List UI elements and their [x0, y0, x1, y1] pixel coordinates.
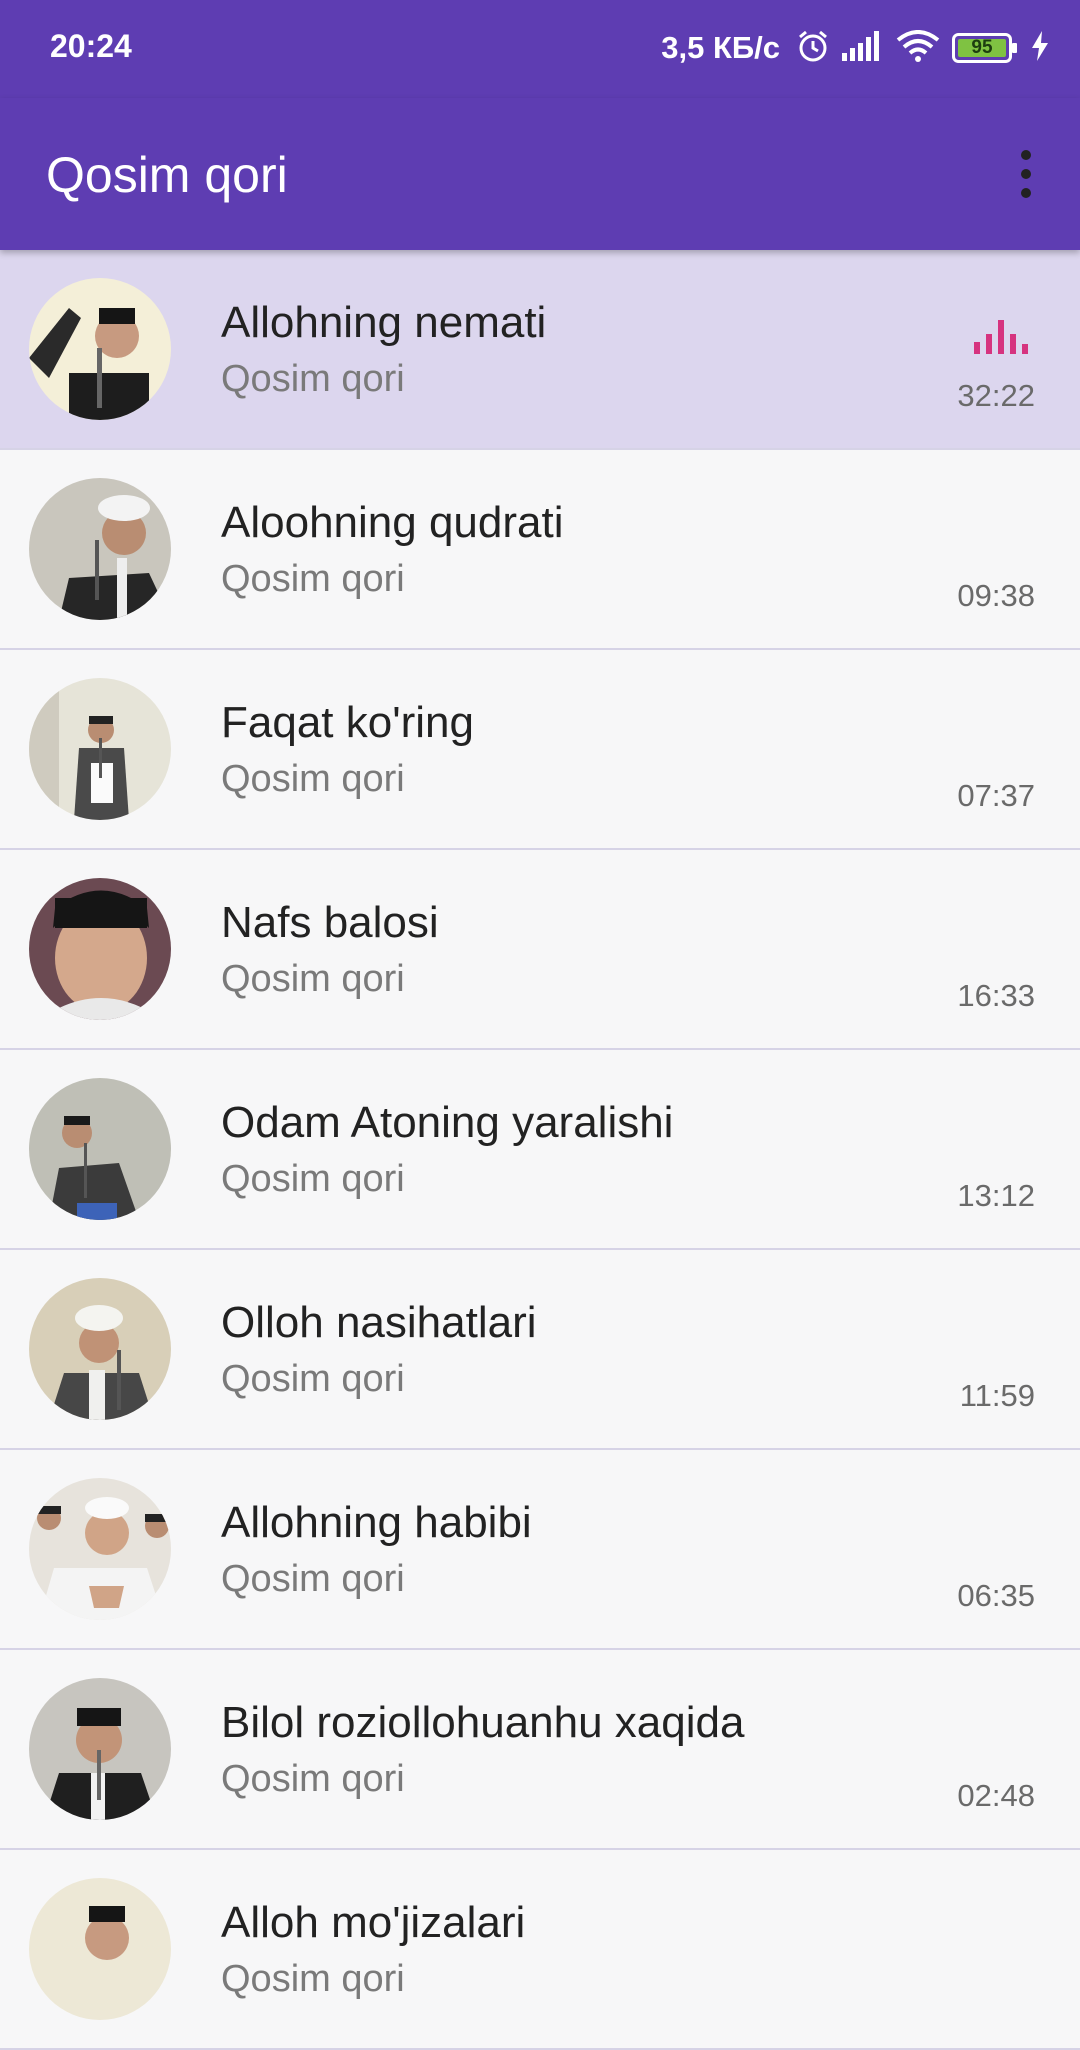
track-duration: 16:33: [957, 978, 1035, 1013]
track-row[interactable]: Olloh nasihatlari Qosim qori 11:59: [0, 1250, 1080, 1450]
avatar: [29, 1278, 171, 1420]
network-speed: 3,5 КБ/с: [661, 30, 780, 65]
track-title: Allohning nemati: [221, 298, 547, 347]
track-row[interactable]: Aloohning qudrati Qosim qori 09:38: [0, 450, 1080, 650]
track-title: Bilol roziollohuanhu xaqida: [221, 1698, 745, 1747]
avatar: [29, 1678, 171, 1820]
page-title: Qosim qori: [46, 147, 288, 203]
track-row[interactable]: Alloh mo'jizalari Qosim qori: [0, 1850, 1080, 2050]
track-title: Olloh nasihatlari: [221, 1298, 537, 1347]
avatar: [29, 1878, 171, 2020]
track-artist: Qosim qori: [221, 1158, 405, 1200]
track-title: Alloh mo'jizalari: [221, 1898, 526, 1947]
track-list: Allohning nemati Qosim qori 32:22 Aloohn…: [0, 250, 1080, 2050]
track-artist: Qosim qori: [221, 1558, 405, 1600]
track-duration: 32:22: [957, 378, 1035, 413]
track-title: Nafs balosi: [221, 898, 439, 947]
track-artist: Qosim qori: [221, 1958, 405, 2000]
app-bar: Qosim qori: [0, 98, 1080, 250]
overflow-menu-icon: [1021, 150, 1031, 160]
overflow-menu-button[interactable]: [998, 144, 1054, 204]
status-bar: 20:24 3,5 КБ/с 95: [0, 0, 1080, 98]
alarm-icon: [796, 29, 830, 68]
track-artist: Qosim qori: [221, 1358, 405, 1400]
track-duration: 07:37: [957, 778, 1035, 813]
track-row[interactable]: Nafs balosi Qosim qori 16:33: [0, 850, 1080, 1050]
battery-icon: 95: [952, 33, 1018, 63]
track-artist: Qosim qori: [221, 558, 405, 600]
track-row[interactable]: Bilol roziollohuanhu xaqida Qosim qori 0…: [0, 1650, 1080, 1850]
track-duration: 11:59: [959, 1378, 1035, 1413]
charging-icon: [1030, 30, 1050, 66]
track-artist: Qosim qori: [221, 958, 405, 1000]
signal-icon: [842, 30, 884, 66]
avatar: [29, 878, 171, 1020]
track-duration: 06:35: [957, 1578, 1035, 1613]
avatar: [29, 278, 171, 420]
track-title: Allohning habibi: [221, 1498, 532, 1547]
track-row[interactable]: Allohning habibi Qosim qori 06:35: [0, 1450, 1080, 1650]
track-row[interactable]: Faqat ko'ring Qosim qori 07:37: [0, 650, 1080, 850]
track-artist: Qosim qori: [221, 358, 405, 400]
avatar: [29, 1478, 171, 1620]
avatar: [29, 1078, 171, 1220]
track-artist: Qosim qori: [221, 758, 405, 800]
overflow-menu-icon-dot: [1021, 188, 1031, 198]
avatar: [29, 678, 171, 820]
battery-level: 95: [971, 37, 993, 58]
track-row[interactable]: Odam Atoning yaralishi Qosim qori 13:12: [0, 1050, 1080, 1250]
equalizer-icon: [974, 320, 1028, 354]
avatar: [29, 478, 171, 620]
track-title: Odam Atoning yaralishi: [221, 1098, 674, 1147]
track-title: Faqat ko'ring: [221, 698, 474, 747]
status-time: 20:24: [50, 28, 132, 64]
status-icons: 3,5 КБ/с 95: [661, 26, 1050, 70]
track-duration: 09:38: [957, 578, 1035, 613]
track-duration: 13:12: [957, 1178, 1035, 1213]
track-title: Aloohning qudrati: [221, 498, 564, 547]
overflow-menu-icon-dot: [1021, 169, 1031, 179]
track-artist: Qosim qori: [221, 1758, 405, 1800]
wifi-icon: [896, 29, 940, 67]
track-duration: 02:48: [957, 1778, 1035, 1813]
track-row[interactable]: Allohning nemati Qosim qori 32:22: [0, 250, 1080, 450]
